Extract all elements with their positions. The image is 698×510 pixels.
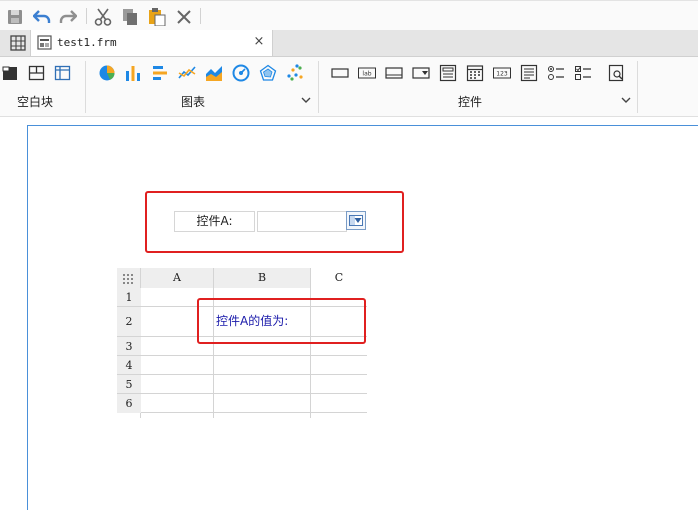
form-file-icon [37,35,52,53]
row-header-3[interactable]: 3 [117,337,141,356]
row-header-5[interactable]: 5 [117,375,141,394]
area-chart-icon[interactable] [205,64,223,82]
absolute-layout-icon[interactable] [2,64,20,82]
bar-chart-icon[interactable] [124,64,142,82]
quick-toolbar [0,0,698,31]
undo-icon[interactable] [32,7,52,27]
ribbon-group-label-widget: 控件 [458,95,483,109]
combo-box-widget-icon[interactable] [412,64,430,82]
row-header-4[interactable]: 4 [117,356,141,375]
component-ribbon: 空白块 图表 lab 123 控件 [0,57,698,117]
ribbon-group-label-chart: 图表 [181,95,206,109]
svg-text:123: 123 [496,71,508,78]
scatter-chart-icon[interactable] [286,64,304,82]
row-header-1[interactable]: 1 [117,288,141,307]
gauge-chart-icon[interactable] [232,64,250,82]
highlight-box-cell [197,298,366,344]
paste-icon[interactable] [147,7,167,27]
select-all-icon [123,274,133,284]
ribbon-group-label-blank-block: 空白块 [17,95,54,109]
grid-line [141,412,367,413]
number-widget-icon[interactable]: 123 [493,64,511,82]
delete-icon[interactable] [174,7,194,27]
column-header-c[interactable]: C [311,268,367,288]
search-widget-icon[interactable] [608,64,626,82]
button-widget-icon[interactable] [331,64,349,82]
grid-line [140,413,141,418]
label-widget-icon[interactable]: lab [358,64,376,82]
tab-bar: test1.frm × [0,30,698,57]
chevron-down-icon[interactable] [300,94,312,106]
save-icon[interactable] [5,7,25,27]
toolbar-separator [86,8,87,24]
close-tab-icon[interactable]: × [252,34,266,50]
list-widget-icon[interactable] [439,64,457,82]
tab-label: test1.frm [57,36,117,49]
chevron-down-icon[interactable] [620,94,632,106]
radio-group-widget-icon[interactable] [547,64,565,82]
text-field-widget-icon[interactable] [385,64,403,82]
column-header-b[interactable]: B [214,268,311,288]
grid-line [141,355,367,356]
highlight-box-widget [145,191,404,253]
date-widget-icon[interactable] [466,64,484,82]
grid-line [141,393,367,394]
text-area-widget-icon[interactable] [520,64,538,82]
toolbar-separator [200,8,201,24]
ribbon-separator [318,61,319,113]
checkbox-group-widget-icon[interactable] [574,64,592,82]
cut-icon[interactable] [93,7,113,27]
column-header-a[interactable]: A [141,268,214,288]
ribbon-separator [637,61,638,113]
grid-line [141,374,367,375]
pie-chart-icon[interactable] [98,64,116,82]
line-chart-icon[interactable] [178,64,196,82]
select-all-corner[interactable] [117,268,141,288]
tab-test1-frm[interactable]: test1.frm × [30,30,273,56]
grid-view-icon[interactable] [10,35,26,54]
copy-icon[interactable] [120,7,140,27]
row-header-2[interactable]: 2 [117,307,141,337]
split-layout-icon[interactable] [28,64,46,82]
row-header-6[interactable]: 6 [117,394,141,413]
horizontal-bar-chart-icon[interactable] [151,64,169,82]
ribbon-separator [85,61,86,113]
table-layout-icon[interactable] [54,64,72,82]
redo-icon[interactable] [58,7,78,27]
radar-chart-icon[interactable] [259,64,277,82]
svg-text:lab: lab [362,71,371,78]
